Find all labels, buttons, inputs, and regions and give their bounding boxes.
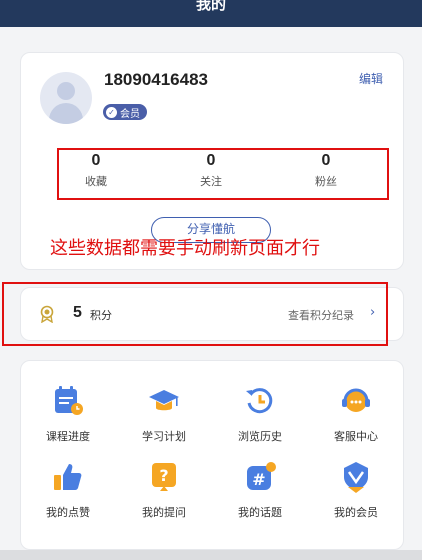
grid-item-study-plan[interactable]: 学习计划 (124, 384, 204, 444)
member-badge: ✓ 会员 (103, 104, 147, 120)
annotation-text: 这些数据都需要手动刷新页面才行 (50, 238, 320, 259)
bottom-status-bar (0, 550, 422, 560)
grid-item-my-likes[interactable]: 我的点赞 (28, 460, 108, 520)
grid-item-label: 我的点赞 (46, 506, 90, 519)
vip-check-icon: ✓ (106, 106, 117, 118)
question-icon: ? (152, 463, 176, 491)
grid-item-label: 我的会员 (334, 506, 378, 519)
stat-following[interactable]: 0 关注 (181, 152, 241, 189)
page-title: 我的 (195, 0, 226, 13)
stat-value: 0 (91, 152, 101, 169)
grid-item-label: 课程进度 (46, 430, 90, 443)
medal-icon (40, 305, 54, 323)
grid-item-browse-history[interactable]: 浏览历史 (220, 384, 300, 444)
points-value: 5 (73, 304, 82, 321)
stat-value: 0 (321, 152, 331, 169)
grid-item-label: 我的话题 (238, 506, 282, 519)
points-label: 积分 (90, 309, 112, 322)
grid-item-customer-service[interactable]: 客服中心 (316, 384, 396, 444)
stat-fans[interactable]: 0 粉丝 (296, 152, 356, 189)
stat-label: 粉丝 (315, 175, 337, 188)
calendar-clock-icon (55, 386, 83, 415)
top-nav-bar: 我的 (0, 0, 422, 27)
stat-label: 收藏 (85, 175, 107, 188)
edit-profile-link[interactable]: 编辑 (359, 70, 383, 87)
grid-item-my-membership[interactable]: 我的会员 (316, 460, 396, 520)
grid-item-label: 浏览历史 (238, 430, 282, 443)
history-icon (246, 388, 273, 414)
avatar[interactable] (40, 72, 92, 124)
thumbs-up-icon (54, 464, 82, 490)
user-phone: 18090416483 (104, 70, 209, 89)
svg-text:?: ? (159, 466, 168, 485)
customer-service-icon (342, 388, 370, 412)
member-badge-label: 会员 (120, 108, 140, 120)
vip-shield-icon (344, 462, 368, 493)
grid-item-my-topics[interactable]: # 我的话题 (220, 460, 300, 520)
hashtag-icon: # (247, 462, 276, 490)
graduation-cap-icon (149, 390, 179, 411)
stat-favorites[interactable]: 0 收藏 (66, 152, 126, 189)
stat-value: 0 (206, 152, 216, 169)
grid-item-label: 我的提问 (142, 506, 186, 519)
chevron-right-icon[interactable]: › (370, 305, 375, 320)
svg-text:#: # (252, 470, 265, 489)
grid-item-my-questions[interactable]: ? 我的提问 (124, 460, 204, 520)
grid-item-course-progress[interactable]: 课程进度 (28, 384, 108, 444)
grid-item-label: 客服中心 (334, 430, 378, 443)
grid-item-label: 学习计划 (142, 430, 186, 443)
stat-label: 关注 (200, 175, 222, 188)
view-points-record-link[interactable]: 查看积分纪录 (288, 307, 354, 323)
